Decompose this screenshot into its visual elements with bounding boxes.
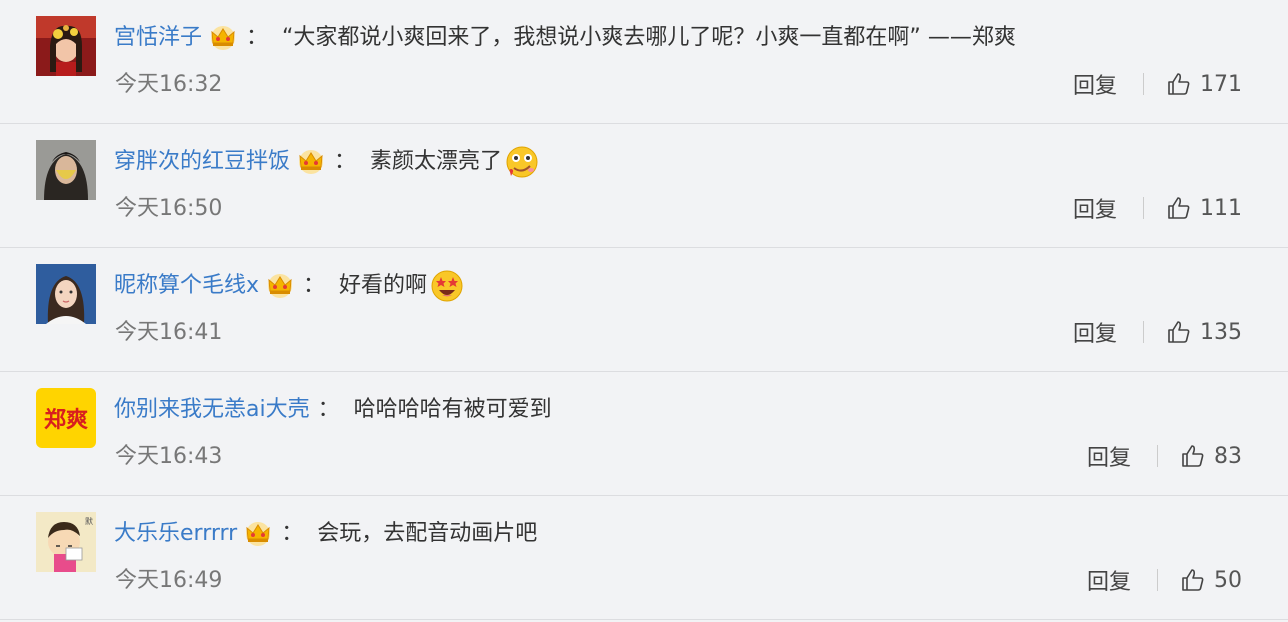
comment-actions: 回复 111 [1073,192,1242,224]
comment-item: 默 大乐乐errrrr ： 会玩，去配音动画片吧 今天16:49 回复 50 [0,496,1288,620]
separator-colon: ： [281,521,304,546]
divider [1157,445,1158,467]
avatar-girl-red-icon [36,16,96,76]
comment-time: 今天16:43 [115,444,223,469]
comment-time: 今天16:49 [115,568,223,593]
separator-colon: ： [334,149,357,174]
comment-time: 今天16:41 [115,320,223,345]
like-button[interactable]: 171 [1166,71,1242,97]
comment-actions: 回复 50 [1087,564,1242,596]
comment-actions: 回复 83 [1087,440,1242,472]
like-button[interactable]: 111 [1166,195,1242,221]
avatar-text-yellow-icon: 郑爽 [36,388,96,448]
comment-actions: 回复 171 [1073,68,1242,100]
like-count: 171 [1200,71,1242,97]
username[interactable]: 宫恬洋子 [114,20,202,56]
username[interactable]: 你别来我无恙ai大壳 [114,392,310,428]
avatar[interactable] [36,140,96,200]
separator-colon: ： [317,397,340,422]
like-count: 111 [1200,195,1242,221]
reply-button[interactable]: 回复 [1073,68,1117,100]
comment-time: 今天16:50 [115,196,223,221]
avatar-cartoon-boy-icon: 默 [36,512,96,572]
comment-text: 会玩，去配音动画片吧 [317,521,538,546]
like-button[interactable]: 83 [1180,443,1242,469]
comment-item: 昵称算个毛线x ： 好看的啊 今天16:41 回复 135 [0,248,1288,372]
comment-text: 好看的啊 [339,273,428,298]
comment-text: 素颜太漂亮了 [370,149,503,174]
avatar-girl-blue-icon [36,264,96,324]
avatar[interactable]: 郑爽 [36,388,96,448]
avatar[interactable] [36,16,96,76]
avatar-text: 郑爽 [44,407,88,433]
separator-colon: ： [303,273,326,298]
reply-button[interactable]: 回复 [1073,192,1117,224]
vip-crown-icon [243,521,273,547]
thumbs-up-icon [1168,321,1190,343]
thumbs-up-icon [1182,445,1204,467]
star-struck-emoji-icon [429,268,465,304]
thumbs-up-icon [1168,197,1190,219]
thumbs-up-icon [1168,73,1190,95]
reply-button[interactable]: 回复 [1073,316,1117,348]
username[interactable]: 大乐乐errrrr [114,516,237,552]
like-count: 50 [1214,567,1242,593]
divider [1143,321,1144,343]
comment-item: 宫恬洋子 ： “大家都说小爽回来了，我想说小爽去哪儿了呢？小爽一直都在啊” ——… [0,0,1288,124]
drooling-face-emoji-icon [504,144,540,180]
like-button[interactable]: 135 [1166,319,1242,345]
comment-item: 穿胖次的红豆拌饭 ： 素颜太漂亮了 今天16:50 回复 111 [0,124,1288,248]
vip-crown-icon [296,149,326,175]
comment-time: 今天16:32 [115,72,223,97]
comment-text: “大家都说小爽回来了，我想说小爽去哪儿了呢？小爽一直都在啊” ——郑爽 [282,25,1016,50]
thumbs-up-icon [1182,569,1204,591]
like-count: 83 [1214,443,1242,469]
comment-text: 哈哈哈哈有被可爱到 [353,397,552,422]
reply-button[interactable]: 回复 [1087,440,1131,472]
divider [1143,197,1144,219]
username[interactable]: 穿胖次的红豆拌饭 [114,144,290,180]
reply-button[interactable]: 回复 [1087,564,1131,596]
comment-actions: 回复 135 [1073,316,1242,348]
username[interactable]: 昵称算个毛线x [114,268,259,304]
like-button[interactable]: 50 [1180,567,1242,593]
comment-item: 郑爽 你别来我无恙ai大壳 ： 哈哈哈哈有被可爱到 今天16:43 回复 83 [0,372,1288,496]
svg-text:默: 默 [85,516,93,526]
avatar[interactable]: 默 [36,512,96,572]
vip-crown-icon [208,25,238,51]
avatar[interactable] [36,264,96,324]
like-count: 135 [1200,319,1242,345]
vip-crown-icon [265,273,295,299]
avatar-mask-girl-icon [36,140,96,200]
separator-colon: ： [246,25,269,50]
divider [1157,569,1158,591]
divider [1143,73,1144,95]
